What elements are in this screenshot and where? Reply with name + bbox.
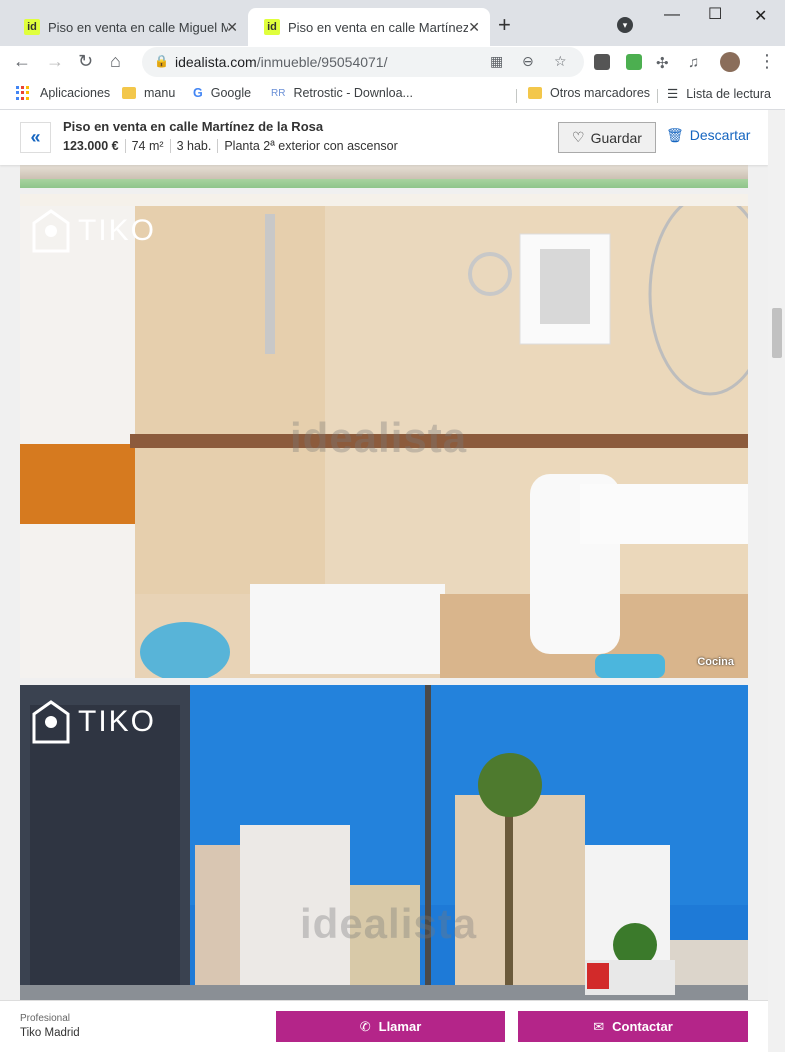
listing-photo[interactable]: TIKO idealista: [20, 685, 748, 1052]
window-close-icon[interactable]: ✕: [754, 6, 767, 26]
idealista-favicon-icon: id: [24, 19, 40, 35]
discard-label: Descartar: [689, 127, 751, 143]
tiko-house-icon: [32, 209, 70, 253]
discard-button[interactable]: 🗑 Descartar: [666, 127, 750, 144]
bookmark-manu[interactable]: manu: [122, 86, 175, 100]
idealista-watermark: idealista: [290, 414, 468, 461]
reload-icon[interactable]: ↻: [78, 51, 93, 72]
extension-icon[interactable]: [626, 54, 642, 70]
bookmarks-bar: Aplicaciones manu G Google RR Retrostic …: [0, 80, 785, 110]
bookmark-label: Google: [210, 86, 252, 100]
listing-sticky-header: « Piso en venta en calle Martínez de la …: [0, 110, 768, 165]
zoom-icon[interactable]: ⊖: [522, 53, 534, 70]
phone-icon: ✆: [359, 1018, 371, 1034]
listing-price: 123.000 €: [63, 139, 126, 153]
puzzle-icon[interactable]: ✣: [656, 54, 669, 72]
google-icon: G: [193, 86, 203, 100]
close-icon[interactable]: ✕: [468, 19, 480, 36]
minimize-icon[interactable]: —: [664, 6, 680, 24]
reading-list-icon: ☰: [667, 87, 679, 101]
save-label: Guardar: [590, 129, 642, 146]
avatar[interactable]: [720, 52, 740, 72]
trash-icon: 🗑: [666, 127, 684, 143]
tiko-brand-text: TIKO: [78, 214, 157, 247]
listing-photo[interactable]: TIKO idealista Cocina: [20, 194, 748, 678]
bookmark-apps[interactable]: Aplicaciones: [16, 86, 110, 100]
bookmark-retrostic[interactable]: RR Retrostic - Downloa...: [271, 86, 413, 100]
advertiser-type: Profesional: [20, 1013, 71, 1024]
listing-title: Piso en venta en calle Martínez de la Ro…: [63, 119, 324, 134]
qr-code-icon[interactable]: ▦: [490, 53, 503, 70]
tiko-logo: TIKO: [32, 700, 156, 744]
call-label: Llamar: [378, 1019, 422, 1034]
listing-photo[interactable]: [20, 165, 748, 188]
lock-icon: 🔒: [154, 54, 169, 68]
scrollbar-thumb[interactable]: [772, 308, 782, 358]
save-button[interactable]: ♡ Guardar: [558, 122, 656, 153]
extension-icon[interactable]: [594, 54, 610, 70]
browser-tab-2[interactable]: id Piso en venta en calle Martínez de ✕: [248, 8, 490, 46]
bookmark-label: Otros marcadores: [550, 86, 651, 100]
bookmark-other[interactable]: Otros marcadores: [528, 86, 650, 100]
forward-arrow-icon[interactable]: →: [46, 51, 64, 72]
bookmark-label: manu: [144, 86, 176, 100]
folder-icon: [528, 87, 542, 99]
advertiser-name: Tiko Madrid: [20, 1027, 80, 1039]
listing-floor: Planta 2ª exterior con ascensor: [224, 139, 398, 153]
url-text: idealista.com/inmueble/95054071/: [175, 54, 388, 70]
apps-grid-icon: [16, 86, 30, 100]
tiko-house-icon: [32, 700, 70, 744]
tiko-brand-text: TIKO: [78, 705, 157, 738]
divider: [516, 89, 517, 103]
tab-strip: id Piso en venta en calle Miguel Mo ✕ id…: [0, 0, 785, 46]
tab-title: Piso en venta en calle Martínez de: [288, 19, 468, 35]
tab-search-icon[interactable]: ▾: [617, 17, 633, 33]
listing-rooms: 3 hab.: [171, 139, 219, 153]
browser-tab-1[interactable]: id Piso en venta en calle Miguel Mo ✕: [8, 8, 248, 46]
bookmark-google[interactable]: G Google: [193, 86, 251, 100]
contact-footer: Profesional Tiko Madrid ✆ Llamar ✉ Conta…: [0, 1000, 768, 1052]
new-tab-icon[interactable]: +: [498, 12, 511, 38]
bookmark-label: Retrostic - Downloa...: [293, 86, 413, 100]
bookmark-label: Lista de lectura: [686, 86, 771, 101]
idealista-favicon-icon: id: [264, 19, 280, 35]
contact-label: Contactar: [612, 1019, 673, 1034]
photo-label: Cocina: [697, 656, 734, 668]
heart-icon: ♡: [572, 129, 585, 145]
divider: [657, 89, 658, 103]
page-scrollbar[interactable]: [768, 110, 785, 1052]
browser-toolbar: ← → ↻ ⌂ 🔒 idealista.com/inmueble/9505407…: [0, 46, 785, 80]
page-content: « Piso en venta en calle Martínez de la …: [0, 110, 768, 1052]
idealista-watermark: idealista: [300, 900, 478, 947]
contact-button[interactable]: ✉ Contactar: [518, 1011, 748, 1042]
menu-kebab-icon[interactable]: ⋮: [758, 51, 776, 72]
media-icon[interactable]: ♫: [688, 54, 699, 71]
close-icon[interactable]: ✕: [226, 19, 238, 36]
tiko-logo: TIKO: [32, 209, 156, 253]
address-bar[interactable]: 🔒 idealista.com/inmueble/95054071/ ▦ ⊖ ☆: [142, 47, 584, 77]
star-icon[interactable]: ☆: [554, 53, 567, 70]
listing-area: 74 m²: [126, 139, 171, 153]
bookmark-reading-list[interactable]: ☰ Lista de lectura: [667, 86, 771, 102]
bookmark-label: Aplicaciones: [40, 86, 111, 100]
folder-icon: [122, 87, 136, 99]
call-button[interactable]: ✆ Llamar: [276, 1011, 505, 1042]
retrostic-icon: RR: [271, 87, 286, 99]
back-arrow-icon[interactable]: ←: [13, 51, 31, 72]
maximize-icon[interactable]: ☐: [708, 4, 722, 24]
tab-title: Piso en venta en calle Miguel Mo: [48, 19, 228, 35]
home-icon[interactable]: ⌂: [110, 51, 121, 72]
back-chevrons-icon[interactable]: «: [20, 122, 51, 153]
chat-icon: ✉: [593, 1018, 605, 1034]
listing-meta: 123.000 € 74 m² 3 hab. Planta 2ª exterio…: [63, 139, 404, 153]
